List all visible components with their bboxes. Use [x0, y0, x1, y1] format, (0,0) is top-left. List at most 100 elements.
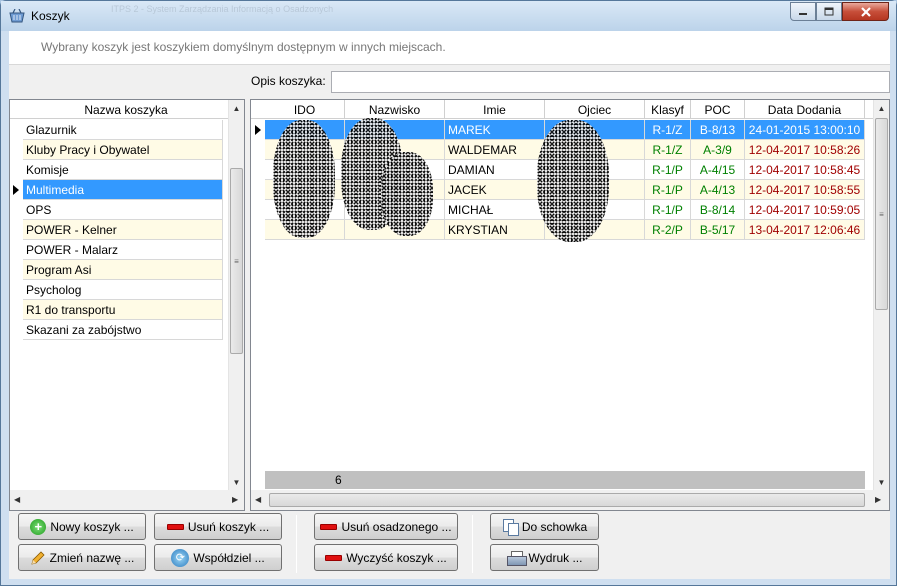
column-header-data-dodania[interactable]: Data Dodania	[745, 100, 865, 119]
klasyf-cell[interactable]: R-1/Z	[645, 120, 691, 140]
remove-prisoner-button[interactable]: Usuń osadzonego ...	[314, 513, 458, 540]
basket-list-item[interactable]: POWER - Kelner	[10, 220, 228, 240]
basket-name-cell[interactable]: R1 do transportu	[23, 300, 223, 320]
rename-basket-button[interactable]: Zmień nazwę ...	[18, 544, 146, 571]
row-indicator	[251, 120, 265, 140]
minimize-button[interactable]	[790, 2, 816, 21]
imie-cell[interactable]: WALDEMAR	[445, 140, 545, 160]
basket-name-cell[interactable]: Glazurnik	[23, 120, 223, 140]
print-button[interactable]: Wydruk ...	[490, 544, 599, 571]
clear-basket-button[interactable]: Wyczyść koszyk ...	[314, 544, 458, 571]
scroll-down-icon[interactable]: ▼	[229, 474, 244, 490]
basket-name-cell[interactable]: POWER - Kelner	[23, 220, 223, 240]
basket-list-item[interactable]: Multimedia	[10, 180, 228, 200]
data-dodania-cell[interactable]: 12-04-2017 10:58:45	[745, 160, 865, 180]
scroll-left-icon[interactable]: ◀	[14, 495, 20, 504]
share-basket-button[interactable]: ⟳ Współdziel ...	[154, 544, 282, 571]
data-dodania-cell[interactable]: 24-01-2015 13:00:10	[745, 120, 865, 140]
scroll-left-icon[interactable]: ◀	[255, 495, 261, 504]
maximize-button[interactable]	[816, 2, 842, 21]
column-header-imie[interactable]: Imie	[445, 100, 545, 119]
klasyf-cell[interactable]: R-1/P	[645, 180, 691, 200]
imie-cell[interactable]: MICHAŁ	[445, 200, 545, 220]
hscroll-thumb[interactable]	[269, 493, 865, 507]
title-bar[interactable]: Koszyk ITPS 2 - System Zarządzania Infor…	[1, 1, 896, 31]
poc-cell[interactable]: B-8/14	[691, 200, 745, 220]
basket-name-cell[interactable]: OPS	[23, 200, 223, 220]
klasyf-cell[interactable]: R-1/P	[645, 160, 691, 180]
data-dodania-cell[interactable]: 13-04-2017 12:06:46	[745, 220, 865, 240]
poc-cell[interactable]: A-4/13	[691, 180, 745, 200]
basket-name-cell[interactable]: Multimedia	[23, 180, 223, 200]
scroll-thumb[interactable]: ≡	[230, 168, 243, 354]
basket-name-cell[interactable]: Psycholog	[23, 280, 223, 300]
row-indicator	[10, 120, 23, 140]
prisoners-grid[interactable]: IDO Nazwisko Imie Ojciec Klasyf POC Data…	[250, 99, 890, 511]
data-dodania-cell[interactable]: 12-04-2017 10:58:26	[745, 140, 865, 160]
basket-name-cell[interactable]: Skazani za zabójstwo	[23, 320, 223, 340]
basket-list-grid[interactable]: Nazwa koszyka Glazurnik Kluby Pracy i Oby…	[9, 99, 245, 511]
row-indicator	[10, 300, 23, 320]
row-count: 6	[335, 473, 342, 487]
redacted-ojciec	[537, 120, 609, 242]
imie-cell[interactable]: MAREK	[445, 120, 545, 140]
opis-input[interactable]	[331, 71, 890, 93]
basket-list-vscroll[interactable]: ▲ ≡ ▼	[228, 100, 244, 490]
basket-list-item[interactable]: Komisje	[10, 160, 228, 180]
basket-list-item[interactable]: POWER - Malarz	[10, 240, 228, 260]
poc-cell[interactable]: A-4/15	[691, 160, 745, 180]
prisoners-grid-header: IDO Nazwisko Imie Ojciec Klasyf POC Data…	[251, 100, 873, 119]
delete-basket-label: Usuń koszyk ...	[187, 519, 270, 534]
basket-list-item[interactable]: Program Asi	[10, 260, 228, 280]
basket-name-cell[interactable]: Program Asi	[23, 260, 223, 280]
copy-to-clipboard-button[interactable]: Do schowka	[490, 513, 599, 540]
column-header-ido[interactable]: IDO	[265, 100, 345, 119]
prisoners-grid-vscroll[interactable]: ▲ ≡ ▼	[873, 100, 889, 490]
plus-icon: +	[30, 518, 47, 535]
klasyf-cell[interactable]: R-2/P	[645, 220, 691, 240]
imie-cell[interactable]: DAMIAN	[445, 160, 545, 180]
scroll-up-icon[interactable]: ▲	[229, 100, 244, 116]
basket-list-hscroll[interactable]: ◀ ▶	[10, 490, 244, 510]
poc-cell[interactable]: B-8/13	[691, 120, 745, 140]
row-indicator	[251, 160, 265, 180]
column-header-poc[interactable]: POC	[691, 100, 745, 119]
column-header-ojciec[interactable]: Ojciec	[545, 100, 645, 119]
column-header-nazwa: Nazwa koszyka	[84, 103, 168, 117]
basket-list-header[interactable]: Nazwa koszyka	[10, 100, 228, 119]
scroll-down-icon[interactable]: ▼	[874, 474, 889, 490]
scroll-right-icon[interactable]: ▶	[232, 495, 238, 504]
scroll-thumb[interactable]: ≡	[875, 118, 888, 310]
basket-name-cell[interactable]: POWER - Malarz	[23, 240, 223, 260]
close-button[interactable]	[842, 2, 889, 21]
klasyf-cell[interactable]: R-1/P	[645, 200, 691, 220]
clear-basket-label: Wyczyść koszyk ...	[346, 550, 447, 565]
basket-icon	[9, 9, 25, 23]
row-indicator	[10, 260, 23, 280]
column-header-klasyf[interactable]: Klasyf	[645, 100, 691, 119]
basket-list-item[interactable]: Kluby Pracy i Obywatel	[10, 140, 228, 160]
basket-list-item[interactable]: R1 do transportu	[10, 300, 228, 320]
close-icon	[860, 6, 871, 17]
imie-cell[interactable]: JACEK	[445, 180, 545, 200]
column-header-nazwisko[interactable]: Nazwisko	[345, 100, 445, 119]
basket-name-cell[interactable]: Kluby Pracy i Obywatel	[23, 140, 223, 160]
printer-icon	[506, 550, 527, 566]
row-indicator	[251, 200, 265, 220]
imie-cell[interactable]: KRYSTIAN	[445, 220, 545, 240]
poc-cell[interactable]: A-3/9	[691, 140, 745, 160]
basket-list-item[interactable]: Skazani za zabójstwo	[10, 320, 228, 340]
basket-list-item[interactable]: Glazurnik	[10, 120, 228, 140]
prisoners-grid-hscroll[interactable]: ◀ ▶	[251, 490, 889, 510]
scroll-right-icon[interactable]: ▶	[875, 495, 881, 504]
scroll-up-icon[interactable]: ▲	[874, 100, 889, 116]
data-dodania-cell[interactable]: 12-04-2017 10:58:55	[745, 180, 865, 200]
delete-basket-button[interactable]: Usuń koszyk ...	[154, 513, 282, 540]
klasyf-cell[interactable]: R-1/Z	[645, 140, 691, 160]
basket-list-item[interactable]: OPS	[10, 200, 228, 220]
data-dodania-cell[interactable]: 12-04-2017 10:59:05	[745, 200, 865, 220]
basket-list-item[interactable]: Psycholog	[10, 280, 228, 300]
basket-name-cell[interactable]: Komisje	[23, 160, 223, 180]
poc-cell[interactable]: B-5/17	[691, 220, 745, 240]
new-basket-button[interactable]: + Nowy koszyk ...	[18, 513, 146, 540]
